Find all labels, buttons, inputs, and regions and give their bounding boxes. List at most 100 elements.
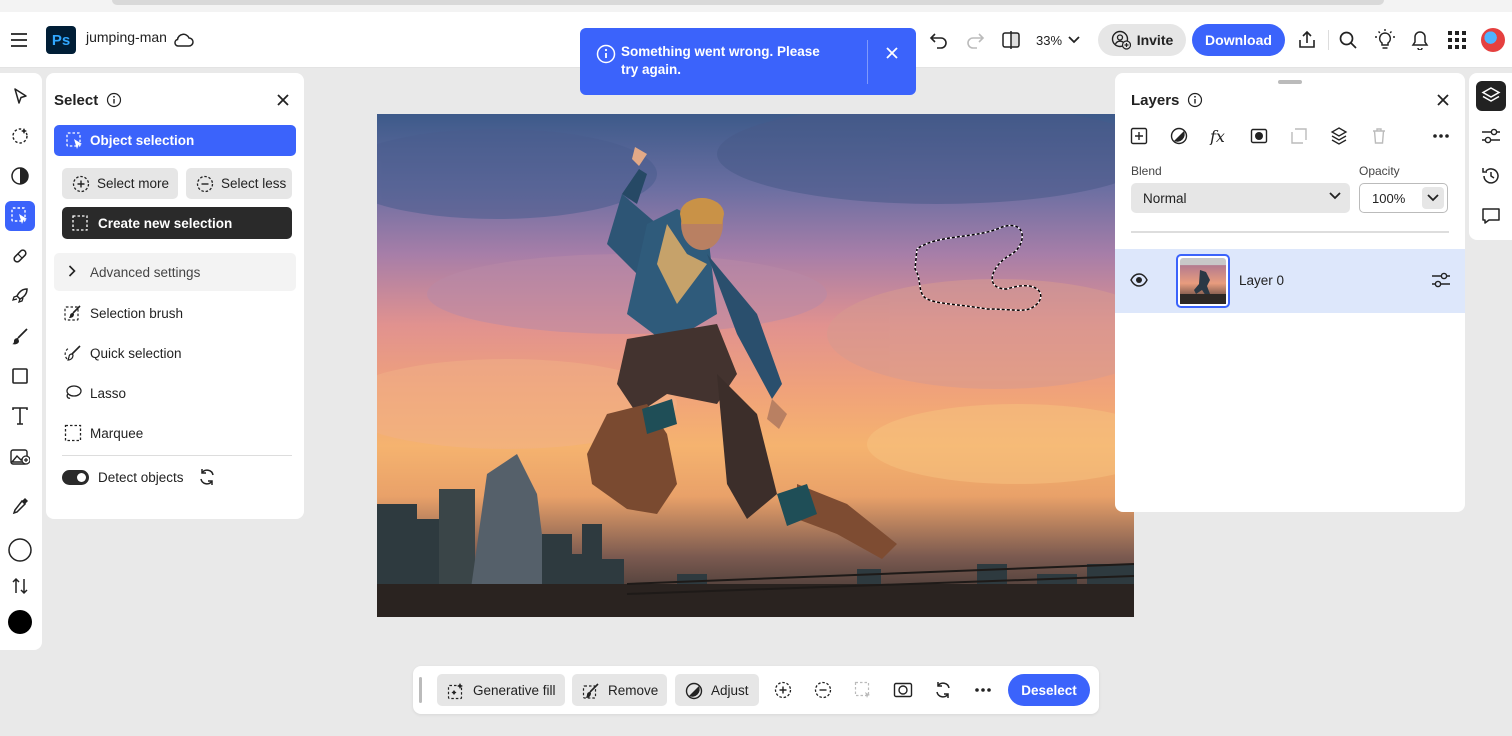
lasso-item[interactable]: Lasso bbox=[54, 379, 296, 407]
canvas-image[interactable] bbox=[377, 114, 1134, 617]
layer-row[interactable]: Layer 0 bbox=[1115, 249, 1465, 313]
subtract-from-selection-icon[interactable] bbox=[811, 678, 835, 702]
browser-scrollbar[interactable] bbox=[112, 0, 1384, 5]
search-icon[interactable] bbox=[1334, 26, 1362, 54]
refresh-icon[interactable] bbox=[198, 468, 216, 486]
invert-selection-icon[interactable] bbox=[931, 678, 955, 702]
history-icon[interactable] bbox=[1476, 161, 1506, 191]
compare-icon[interactable] bbox=[997, 26, 1025, 54]
add-layer-icon[interactable] bbox=[1127, 124, 1151, 148]
error-toast: Something went wrong. Please try again. bbox=[580, 28, 916, 95]
lightbulb-icon[interactable] bbox=[1371, 26, 1399, 54]
opacity-value: 100% bbox=[1372, 190, 1406, 206]
brush-icon[interactable] bbox=[5, 321, 35, 351]
layer-stack-icon[interactable] bbox=[1327, 124, 1351, 148]
quick-selection-item[interactable]: Quick selection bbox=[54, 339, 296, 367]
app-logo[interactable]: Ps bbox=[46, 26, 76, 54]
bell-icon[interactable] bbox=[1406, 26, 1434, 54]
opacity-field[interactable]: 100% bbox=[1359, 183, 1448, 213]
comments-icon[interactable] bbox=[1476, 201, 1506, 231]
cloud-icon[interactable] bbox=[172, 29, 194, 51]
document-name[interactable]: jumping-man bbox=[86, 29, 167, 45]
eyedropper-icon[interactable] bbox=[5, 491, 35, 521]
chevron-down-icon bbox=[1068, 36, 1080, 44]
left-toolbar bbox=[0, 73, 42, 650]
object-selection-button[interactable]: Object selection bbox=[54, 125, 296, 156]
mask-icon[interactable] bbox=[891, 678, 915, 702]
panel-drag-handle[interactable] bbox=[1278, 80, 1302, 84]
rocket-icon[interactable] bbox=[5, 281, 35, 311]
mask-icon[interactable] bbox=[1247, 124, 1271, 148]
marquee-item[interactable]: Marquee bbox=[54, 419, 296, 447]
taskbar-drag-handle[interactable] bbox=[419, 677, 422, 703]
chevron-down-icon[interactable] bbox=[1422, 187, 1444, 209]
clip-layer-icon[interactable] bbox=[1287, 124, 1311, 148]
lasso-label: Lasso bbox=[90, 385, 127, 401]
close-icon[interactable] bbox=[1435, 92, 1451, 108]
type-icon[interactable] bbox=[5, 401, 35, 431]
apps-grid-icon[interactable] bbox=[1443, 26, 1471, 54]
redo-icon[interactable] bbox=[961, 26, 989, 54]
close-icon[interactable] bbox=[882, 43, 902, 63]
deselect-button[interactable]: Deselect bbox=[1008, 674, 1090, 706]
rectangle-shape-icon[interactable] bbox=[5, 361, 35, 391]
add-to-selection-icon[interactable] bbox=[771, 678, 795, 702]
remove-button[interactable]: Remove bbox=[572, 674, 667, 706]
download-button[interactable]: Download bbox=[1192, 24, 1285, 56]
close-icon[interactable] bbox=[275, 92, 291, 108]
detect-objects-toggle[interactable] bbox=[62, 469, 89, 485]
layer-thumbnail-image bbox=[1180, 258, 1226, 304]
toast-message: Something went wrong. Please try again. bbox=[621, 44, 820, 77]
panel-title: Select bbox=[54, 92, 99, 109]
layers-icon[interactable] bbox=[1476, 81, 1506, 111]
more-options-icon[interactable] bbox=[971, 678, 995, 702]
effects-fx-icon[interactable]: fx bbox=[1207, 124, 1231, 148]
heal-icon[interactable] bbox=[5, 241, 35, 271]
zoom-dropdown[interactable]: 33% bbox=[1036, 26, 1080, 54]
info-icon[interactable] bbox=[106, 92, 122, 108]
add-image-icon[interactable] bbox=[5, 441, 35, 471]
info-icon[interactable] bbox=[1187, 92, 1203, 108]
trash-icon[interactable] bbox=[1367, 124, 1391, 148]
blend-mode-value: Normal bbox=[1143, 190, 1187, 206]
add-circle-icon bbox=[72, 175, 90, 193]
detect-objects-label: Detect objects bbox=[98, 469, 184, 485]
swap-colors-icon[interactable] bbox=[5, 571, 35, 601]
generative-fill-label: Generative fill bbox=[473, 682, 556, 698]
move-tool-icon[interactable] bbox=[5, 81, 35, 111]
modify-selection-icon[interactable] bbox=[851, 678, 875, 702]
adjustment-layer-icon[interactable] bbox=[1167, 124, 1191, 148]
avatar[interactable] bbox=[1481, 28, 1505, 52]
undo-icon[interactable] bbox=[925, 26, 953, 54]
panel-title: Layers bbox=[1131, 92, 1180, 109]
zoom-value: 33% bbox=[1036, 32, 1063, 48]
svg-text:fx: fx bbox=[1209, 127, 1225, 145]
background-color-swatch[interactable] bbox=[5, 535, 35, 565]
photo-jumping-man bbox=[377, 114, 1134, 617]
foreground-color-swatch[interactable] bbox=[5, 607, 35, 637]
select-less-button[interactable]: Select less bbox=[186, 168, 292, 199]
divider bbox=[1131, 231, 1449, 233]
adjust-icon[interactable] bbox=[5, 161, 35, 191]
more-options-icon[interactable] bbox=[1429, 124, 1453, 148]
select-subject-icon[interactable] bbox=[5, 121, 35, 151]
share-icon[interactable] bbox=[1293, 26, 1321, 54]
generative-fill-button[interactable]: Generative fill bbox=[437, 674, 565, 706]
invite-button[interactable]: Invite bbox=[1098, 24, 1186, 56]
layer-properties-icon[interactable] bbox=[1431, 271, 1451, 289]
contextual-taskbar: Generative fill Remove Adjust Deselect bbox=[413, 666, 1099, 714]
remove-tool-icon bbox=[582, 682, 600, 700]
select-more-button[interactable]: Select more bbox=[62, 168, 178, 199]
blend-mode-dropdown[interactable]: Normal bbox=[1131, 183, 1350, 213]
layer-thumbnail[interactable] bbox=[1176, 254, 1230, 308]
menu-icon[interactable] bbox=[8, 28, 30, 52]
advanced-settings-label: Advanced settings bbox=[90, 264, 201, 280]
eye-icon[interactable] bbox=[1130, 271, 1148, 289]
selection-brush-item[interactable]: Selection brush bbox=[54, 299, 296, 327]
advanced-settings-toggle[interactable]: Advanced settings bbox=[54, 253, 296, 291]
create-new-selection-button[interactable]: Create new selection bbox=[62, 207, 292, 239]
selection-brush-label: Selection brush bbox=[90, 305, 184, 321]
selection-tool-icon[interactable] bbox=[5, 201, 35, 231]
properties-icon[interactable] bbox=[1476, 121, 1506, 151]
adjust-button[interactable]: Adjust bbox=[675, 674, 759, 706]
